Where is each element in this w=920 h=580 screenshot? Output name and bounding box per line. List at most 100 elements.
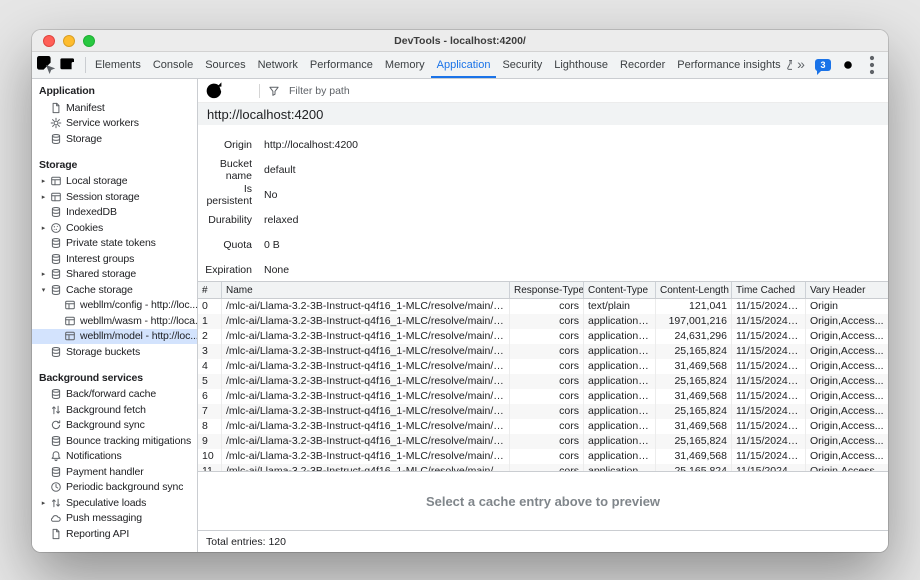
- sidebar-item-shared-storage[interactable]: ▸Shared storage: [32, 267, 197, 283]
- cell: 197,001,216: [656, 314, 732, 329]
- sidebar-item-service-workers[interactable]: Service workers: [32, 116, 197, 132]
- column-header-response-type[interactable]: Response-Type: [510, 282, 584, 298]
- database-icon: [49, 133, 62, 145]
- tab-elements[interactable]: Elements: [89, 52, 147, 78]
- sidebar-item-label: Session storage: [66, 191, 140, 203]
- chevron-right-icon[interactable]: ▸: [38, 499, 49, 507]
- status-bar: Total entries: 120: [198, 530, 888, 552]
- sidebar-item-storage[interactable]: Storage: [32, 131, 197, 147]
- sidebar-item-back-forward-cache[interactable]: Back/forward cache: [32, 387, 197, 403]
- column-header-index[interactable]: #: [198, 282, 222, 298]
- cell: 5: [198, 374, 222, 389]
- table-row[interactable]: 11/mlc-ai/Llama-3.2-3B-Instruct-q4f16_1-…: [198, 464, 888, 471]
- sidebar-item-indexeddb[interactable]: IndexedDB: [32, 205, 197, 221]
- tab-network[interactable]: Network: [252, 52, 304, 78]
- sidebar-item-webllm-model-http-loc[interactable]: webllm/model - http://loc...: [32, 329, 197, 345]
- column-header-time-cached[interactable]: Time Cached: [732, 282, 806, 298]
- metadata-label: Bucket name: [198, 158, 264, 182]
- column-header-content-type[interactable]: Content-Type: [584, 282, 656, 298]
- delete-selected-icon[interactable]: [228, 79, 252, 103]
- chevron-right-icon[interactable]: ▸: [38, 177, 49, 185]
- sidebar-item-background-fetch[interactable]: Background fetch: [32, 402, 197, 418]
- document-icon: [49, 528, 62, 540]
- table-row[interactable]: 9/mlc-ai/Llama-3.2-3B-Instruct-q4f16_1-M…: [198, 434, 888, 449]
- table-row[interactable]: 0/mlc-ai/Llama-3.2-3B-Instruct-q4f16_1-M…: [198, 299, 888, 314]
- table-row[interactable]: 2/mlc-ai/Llama-3.2-3B-Instruct-q4f16_1-M…: [198, 329, 888, 344]
- table-row[interactable]: 4/mlc-ai/Llama-3.2-3B-Instruct-q4f16_1-M…: [198, 359, 888, 374]
- sidebar-item-periodic-background-sync[interactable]: Periodic background sync: [32, 480, 197, 496]
- sidebar-item-speculative-loads[interactable]: ▸Speculative loads: [32, 495, 197, 511]
- sidebar-item-label: webllm/wasm - http://loca...: [80, 315, 197, 327]
- metadata-value: http://localhost:4200: [264, 139, 358, 151]
- messages-badge[interactable]: 3: [815, 59, 831, 71]
- tab-performance-insights[interactable]: Performance insights: [671, 52, 792, 78]
- cell: cors: [510, 434, 584, 449]
- settings-gear-icon[interactable]: [836, 53, 860, 77]
- preview-pane: Select a cache entry above to preview: [198, 471, 888, 530]
- chevron-down-icon[interactable]: ▾: [38, 286, 49, 294]
- tab-lighthouse[interactable]: Lighthouse: [548, 52, 614, 78]
- close-window-button[interactable]: [43, 35, 55, 47]
- table-row[interactable]: 7/mlc-ai/Llama-3.2-3B-Instruct-q4f16_1-M…: [198, 404, 888, 419]
- cell: 25,165,824: [656, 434, 732, 449]
- kebab-menu-icon[interactable]: [860, 53, 884, 77]
- sidebar-item-background-sync[interactable]: Background sync: [32, 418, 197, 434]
- tab-sources[interactable]: Sources: [199, 52, 251, 78]
- column-header-content-length[interactable]: Content-Length: [656, 282, 732, 298]
- sidebar-item-webllm-wasm-http-loca[interactable]: webllm/wasm - http://loca...: [32, 313, 197, 329]
- cache-metadata: Originhttp://localhost:4200Bucket namede…: [198, 125, 888, 281]
- cell: 7: [198, 404, 222, 419]
- table-row[interactable]: 8/mlc-ai/Llama-3.2-3B-Instruct-q4f16_1-M…: [198, 419, 888, 434]
- minimize-window-button[interactable]: [63, 35, 75, 47]
- tab-application[interactable]: Application: [431, 52, 497, 78]
- filter-input[interactable]: [289, 85, 589, 97]
- sidebar-item-label: Background fetch: [66, 404, 146, 416]
- sidebar-item-bounce-tracking-mitigations[interactable]: Bounce tracking mitigations: [32, 433, 197, 449]
- chevron-right-icon[interactable]: ▸: [38, 224, 49, 232]
- sidebar-item-label: Periodic background sync: [66, 481, 183, 493]
- tab-label: Sources: [205, 59, 245, 71]
- sidebar-item-session-storage[interactable]: ▸ Session storage: [32, 189, 197, 205]
- sidebar-item-notifications[interactable]: Notifications: [32, 449, 197, 465]
- table-row[interactable]: 10/mlc-ai/Llama-3.2-3B-Instruct-q4f16_1-…: [198, 449, 888, 464]
- device-toolbar-icon[interactable]: [58, 53, 82, 77]
- metadata-label: Quota: [198, 239, 264, 251]
- metadata-row: Quota0 B: [198, 232, 888, 257]
- sidebar-item-label: Notifications: [66, 450, 122, 462]
- chevron-right-icon[interactable]: ▸: [38, 193, 49, 201]
- zoom-window-button[interactable]: [83, 35, 95, 47]
- metadata-row: Originhttp://localhost:4200: [198, 132, 888, 157]
- sidebar-item-manifest[interactable]: Manifest: [32, 100, 197, 116]
- cell: 31,469,568: [656, 449, 732, 464]
- tab-security[interactable]: Security: [496, 52, 548, 78]
- refresh-icon[interactable]: [202, 79, 226, 103]
- tab-console[interactable]: Console: [147, 52, 199, 78]
- tab-label: Performance: [310, 59, 373, 71]
- column-header-name[interactable]: Name: [222, 282, 510, 298]
- table-row[interactable]: 6/mlc-ai/Llama-3.2-3B-Instruct-q4f16_1-M…: [198, 389, 888, 404]
- more-tabs-icon[interactable]: »: [792, 53, 810, 77]
- sidebar-item-private-state-tokens[interactable]: Private state tokens: [32, 236, 197, 252]
- tab-performance[interactable]: Performance: [304, 52, 379, 78]
- cache-entries-table: #NameResponse-TypeContent-TypeContent-Le…: [198, 281, 888, 471]
- tab-memory[interactable]: Memory: [379, 52, 431, 78]
- sidebar-item-payment-handler[interactable]: Payment handler: [32, 464, 197, 480]
- sidebar-item-reporting-api[interactable]: Reporting API: [32, 526, 197, 542]
- inspect-icon[interactable]: [34, 53, 58, 77]
- sidebar-item-local-storage[interactable]: ▸Local storage: [32, 174, 197, 190]
- cell: 11/15/2024, 10...: [732, 329, 806, 344]
- column-header-vary-header[interactable]: Vary Header: [806, 282, 888, 298]
- sidebar-item-push-messaging[interactable]: Push messaging: [32, 511, 197, 527]
- window-titlebar[interactable]: DevTools - localhost:4200/: [32, 30, 888, 52]
- chevron-right-icon[interactable]: ▸: [38, 270, 49, 278]
- sidebar-item-cache-storage[interactable]: ▾Cache storage: [32, 282, 197, 298]
- sidebar-item-storage-buckets[interactable]: Storage buckets: [32, 344, 197, 360]
- sidebar-item-interest-groups[interactable]: Interest groups: [32, 251, 197, 267]
- sidebar-item-cookies[interactable]: ▸Cookies: [32, 220, 197, 236]
- table-row[interactable]: 1/mlc-ai/Llama-3.2-3B-Instruct-q4f16_1-M…: [198, 314, 888, 329]
- devtools-content: ApplicationManifestService workersStorag…: [32, 79, 888, 552]
- table-row[interactable]: 3/mlc-ai/Llama-3.2-3B-Instruct-q4f16_1-M…: [198, 344, 888, 359]
- sidebar-item-webllm-config-http-loc[interactable]: webllm/config - http://loc...: [32, 298, 197, 314]
- tab-recorder[interactable]: Recorder: [614, 52, 671, 78]
- table-row[interactable]: 5/mlc-ai/Llama-3.2-3B-Instruct-q4f16_1-M…: [198, 374, 888, 389]
